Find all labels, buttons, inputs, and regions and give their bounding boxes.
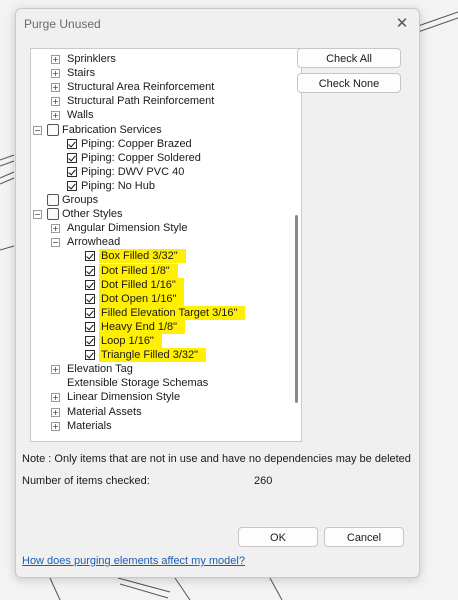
tree-item[interactable]: + Linear Dimension Style [31, 390, 291, 404]
dialog-title: Purge Unused [24, 17, 101, 31]
item-checkbox[interactable] [85, 251, 95, 262]
tree-item-label: Dot Filled 1/8" [99, 263, 178, 278]
tree-item[interactable]: Triangle Filled 3/32" [31, 348, 291, 363]
item-checkbox[interactable] [85, 336, 95, 346]
tree-item-label: Extensible Storage Schemas [67, 377, 209, 390]
check-all-button[interactable]: Check All [297, 48, 401, 68]
tree-item-label: Sprinklers [67, 53, 116, 65]
tree-item[interactable]: + Walls [31, 108, 291, 122]
tree-item-label: Heavy End 1/8" [99, 319, 186, 334]
tree-item[interactable]: Dot Filled 1/16" [31, 277, 291, 292]
tree-item-label: Other Styles [62, 208, 123, 221]
tree-item-label: Groups [62, 194, 99, 206]
tree-item-label: Filled Elevation Target 3/16" [99, 305, 246, 320]
tree-item-label: Piping: DWV PVC 40 [81, 165, 185, 178]
item-checkbox[interactable] [67, 138, 77, 149]
tree-item-label: Material Assets [67, 405, 142, 418]
tree-item-label: Angular Dimension Style [67, 222, 188, 235]
expand-icon[interactable]: + [51, 83, 60, 93]
tree-item-label: Stairs [67, 67, 96, 80]
tree-item[interactable]: − Other Styles [31, 207, 291, 221]
tree-item-label: Elevation Tag [67, 363, 133, 376]
item-checkbox[interactable] [85, 321, 95, 332]
tree-item-label: Arrowhead [67, 236, 121, 249]
tree-item[interactable]: Extensible Storage Schemas [31, 376, 291, 390]
scrollbar-thumb[interactable] [295, 215, 298, 403]
tree-item[interactable]: − Arrowhead [31, 235, 291, 249]
purge-note: Note : Only items that are not in use an… [22, 453, 411, 465]
expand-icon[interactable]: + [51, 55, 60, 64]
collapse-icon[interactable]: − [51, 238, 60, 248]
item-checkbox[interactable] [67, 152, 77, 163]
tree-item[interactable]: + Structural Path Reinforcement [31, 94, 291, 108]
tree-item[interactable]: Dot Open 1/16" [31, 291, 291, 306]
tree-item-label: Structural Path Reinforcement [67, 95, 215, 108]
tree-item-label: Materials [67, 419, 112, 432]
tree-item[interactable]: + Structural Area Reinforcement [31, 80, 291, 94]
groups-icon [47, 194, 59, 206]
ok-button[interactable]: OK [238, 527, 318, 547]
tree-item-label: Structural Area Reinforcement [67, 81, 215, 94]
item-checkbox[interactable] [85, 307, 95, 318]
check-none-button[interactable]: Check None [297, 73, 401, 93]
styles-icon [47, 208, 59, 221]
tree-item[interactable]: Piping: DWV PVC 40 [31, 165, 291, 179]
expand-icon[interactable]: + [51, 111, 60, 121]
tree-item-label: Walls [67, 109, 94, 122]
fabrication-icon [47, 123, 59, 136]
item-checkbox[interactable] [67, 180, 77, 191]
title-bar: Purge Unused ✕ [16, 9, 419, 39]
tree-item-label: Fabrication Services [62, 123, 162, 136]
expand-icon[interactable]: + [51, 407, 60, 417]
expand-icon[interactable]: + [51, 393, 60, 403]
help-link[interactable]: How does purging elements affect my mode… [22, 555, 245, 567]
tree-item[interactable]: Groups [31, 193, 291, 207]
close-icon[interactable]: ✕ [391, 13, 413, 35]
tree-item-label: Box Filled 3/32" [99, 249, 186, 264]
collapse-icon[interactable]: − [33, 125, 42, 135]
item-checkbox[interactable] [67, 166, 77, 177]
tree-item[interactable]: + Elevation Tag [31, 362, 291, 376]
tree-scrollbar[interactable] [293, 49, 301, 441]
expand-icon[interactable]: + [51, 365, 60, 375]
tree-item[interactable]: + Materials [31, 419, 291, 433]
expand-icon[interactable]: + [51, 224, 60, 234]
collapse-icon[interactable]: − [33, 210, 42, 220]
expand-icon[interactable]: + [51, 97, 60, 107]
item-checkbox[interactable] [85, 350, 95, 361]
tree-item[interactable]: − Fabrication Services [31, 123, 291, 137]
item-checkbox[interactable] [85, 293, 95, 304]
expand-icon[interactable]: + [51, 69, 60, 79]
tree-item[interactable]: + Sprinklers [31, 52, 291, 66]
items-checked-count: 260 [254, 475, 273, 487]
tree-item[interactable]: + Material Assets [31, 405, 291, 419]
tree-item[interactable]: Piping: Copper Brazed [31, 137, 291, 151]
tree-item[interactable]: Piping: Copper Soldered [31, 151, 291, 165]
tree-item[interactable]: Heavy End 1/8" [31, 319, 291, 334]
tree-item[interactable]: Filled Elevation Target 3/16" [31, 305, 291, 320]
tree-item[interactable]: + Stairs [31, 66, 291, 80]
item-checkbox[interactable] [85, 265, 95, 276]
tree-item-label: Dot Filled 1/16" [99, 277, 184, 292]
tree-item-label: Piping: Copper Brazed [81, 137, 192, 150]
tree-item[interactable]: Box Filled 3/32" [31, 249, 291, 264]
tree-item-label: Piping: No Hub [81, 179, 155, 192]
tree-item[interactable]: Loop 1/16" [31, 334, 291, 348]
purge-tree[interactable]: + Sprinklers + Stairs + Structural Area Reinf… [30, 48, 302, 442]
tree-item-label: Triangle Filled 3/32" [99, 348, 207, 363]
item-checkbox[interactable] [85, 279, 95, 290]
cancel-button[interactable]: Cancel [324, 527, 404, 547]
tree-item-label: Linear Dimension Style [67, 391, 181, 404]
tree-item[interactable]: Dot Filled 1/8" [31, 263, 291, 278]
tree-item[interactable]: + Angular Dimension Style [31, 221, 291, 235]
purge-unused-dialog: Purge Unused ✕ + Sprinklers + Stairs + Struct… [15, 8, 420, 578]
tree-item-label: Loop 1/16" [99, 334, 162, 348]
tree-item-label: Piping: Copper Soldered [81, 151, 201, 164]
tree-item-label: Dot Open 1/16" [99, 291, 185, 306]
tree-item[interactable]: Piping: No Hub [31, 179, 291, 193]
expand-icon[interactable]: + [51, 421, 60, 431]
items-checked-label: Number of items checked: [22, 475, 150, 487]
